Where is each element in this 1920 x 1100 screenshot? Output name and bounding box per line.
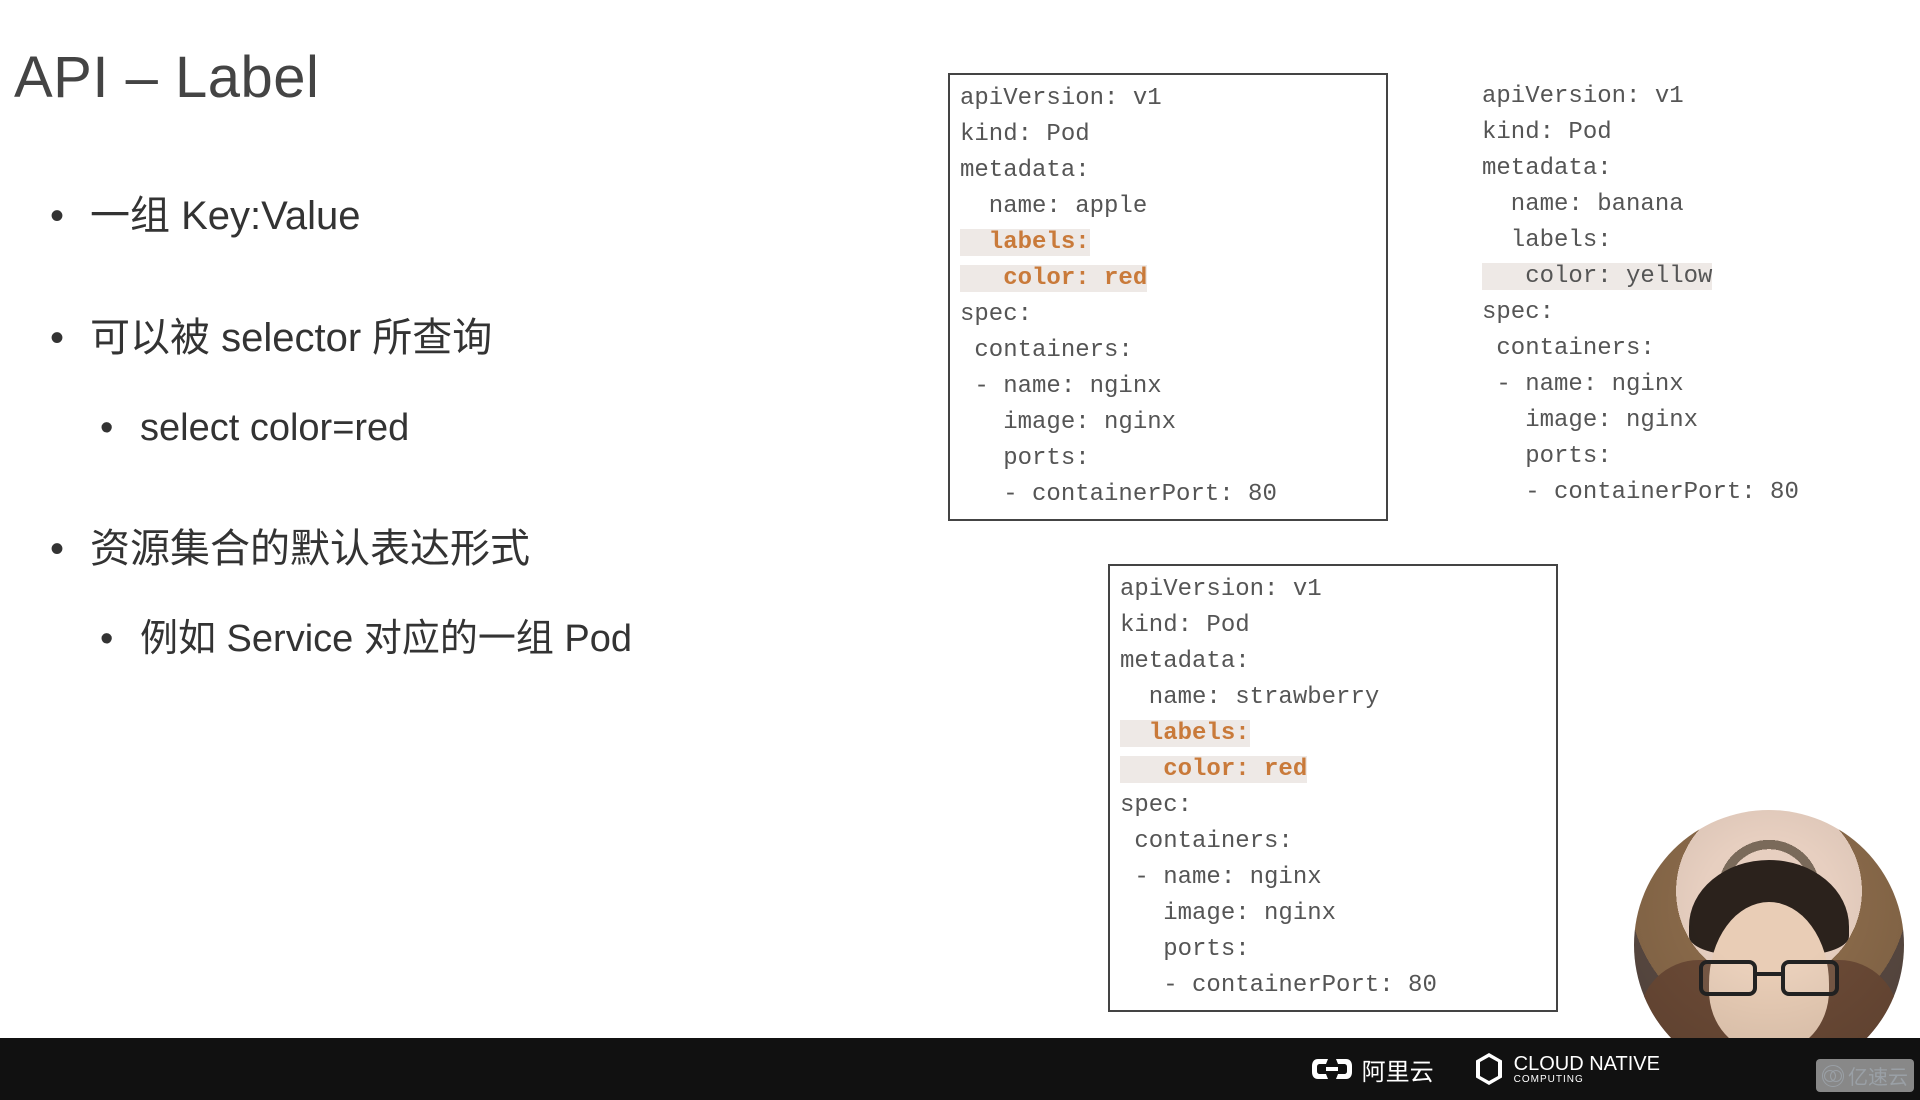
bullet-item: 资源集合的默认表达形式 xyxy=(40,523,860,575)
slide-title: API – Label xyxy=(14,44,319,111)
aliyun-icon xyxy=(1312,1055,1352,1083)
presenter-collar xyxy=(1714,970,1824,1010)
bullet-item: 可以被 selector 所查询 xyxy=(40,312,860,364)
watermark-text: 亿速云 xyxy=(1848,1061,1908,1090)
code-block: apiVersion: v1 kind: Pod metadata: name:… xyxy=(1482,79,1902,511)
aliyun-text: 阿里云 xyxy=(1362,1052,1434,1087)
bullet-subitem: 例如 Service 对应的一组 Pod xyxy=(40,615,860,664)
code-block: apiVersion: v1 kind: Pod metadata: name:… xyxy=(960,81,1376,513)
highlight-color: color: red xyxy=(1120,756,1307,783)
highlight-color-plain: color: yellow xyxy=(1482,263,1712,290)
aliyun-logo: 阿里云 xyxy=(1312,1052,1434,1087)
presenter-hair xyxy=(1689,860,1849,955)
yaml-box-strawberry: apiVersion: v1 kind: Pod metadata: name:… xyxy=(1108,564,1558,1012)
footer-bar: 阿里云 CLOUD NATIVE COMPUTING xyxy=(0,1038,1920,1100)
bullet-subitem: select color=red xyxy=(40,404,860,453)
yaml-box-apple: apiVersion: v1 kind: Pod metadata: name:… xyxy=(948,73,1388,521)
bullet-list: 一组 Key:Value 可以被 selector 所查询 select col… xyxy=(40,190,860,735)
watermark: 亿速云 xyxy=(1816,1059,1914,1092)
yaml-box-banana: apiVersion: v1 kind: Pod metadata: name:… xyxy=(1472,73,1912,517)
code-block: apiVersion: v1 kind: Pod metadata: name:… xyxy=(1120,572,1546,1004)
slide: API – Label 一组 Key:Value 可以被 selector 所查… xyxy=(0,0,1920,1100)
presenter-face xyxy=(1709,902,1829,1052)
cloud-native-logo: CLOUD NATIVE COMPUTING xyxy=(1474,1052,1660,1086)
highlight-labels: labels: xyxy=(960,229,1090,256)
highlight-labels: labels: xyxy=(1120,720,1250,747)
watermark-icon xyxy=(1822,1065,1844,1087)
highlight-color: color: red xyxy=(960,265,1147,292)
bullet-item: 一组 Key:Value xyxy=(40,190,860,242)
cloud-native-text: CLOUD NATIVE COMPUTING xyxy=(1514,1054,1660,1085)
hexagon-icon xyxy=(1474,1052,1504,1086)
glasses-icon xyxy=(1699,960,1839,996)
